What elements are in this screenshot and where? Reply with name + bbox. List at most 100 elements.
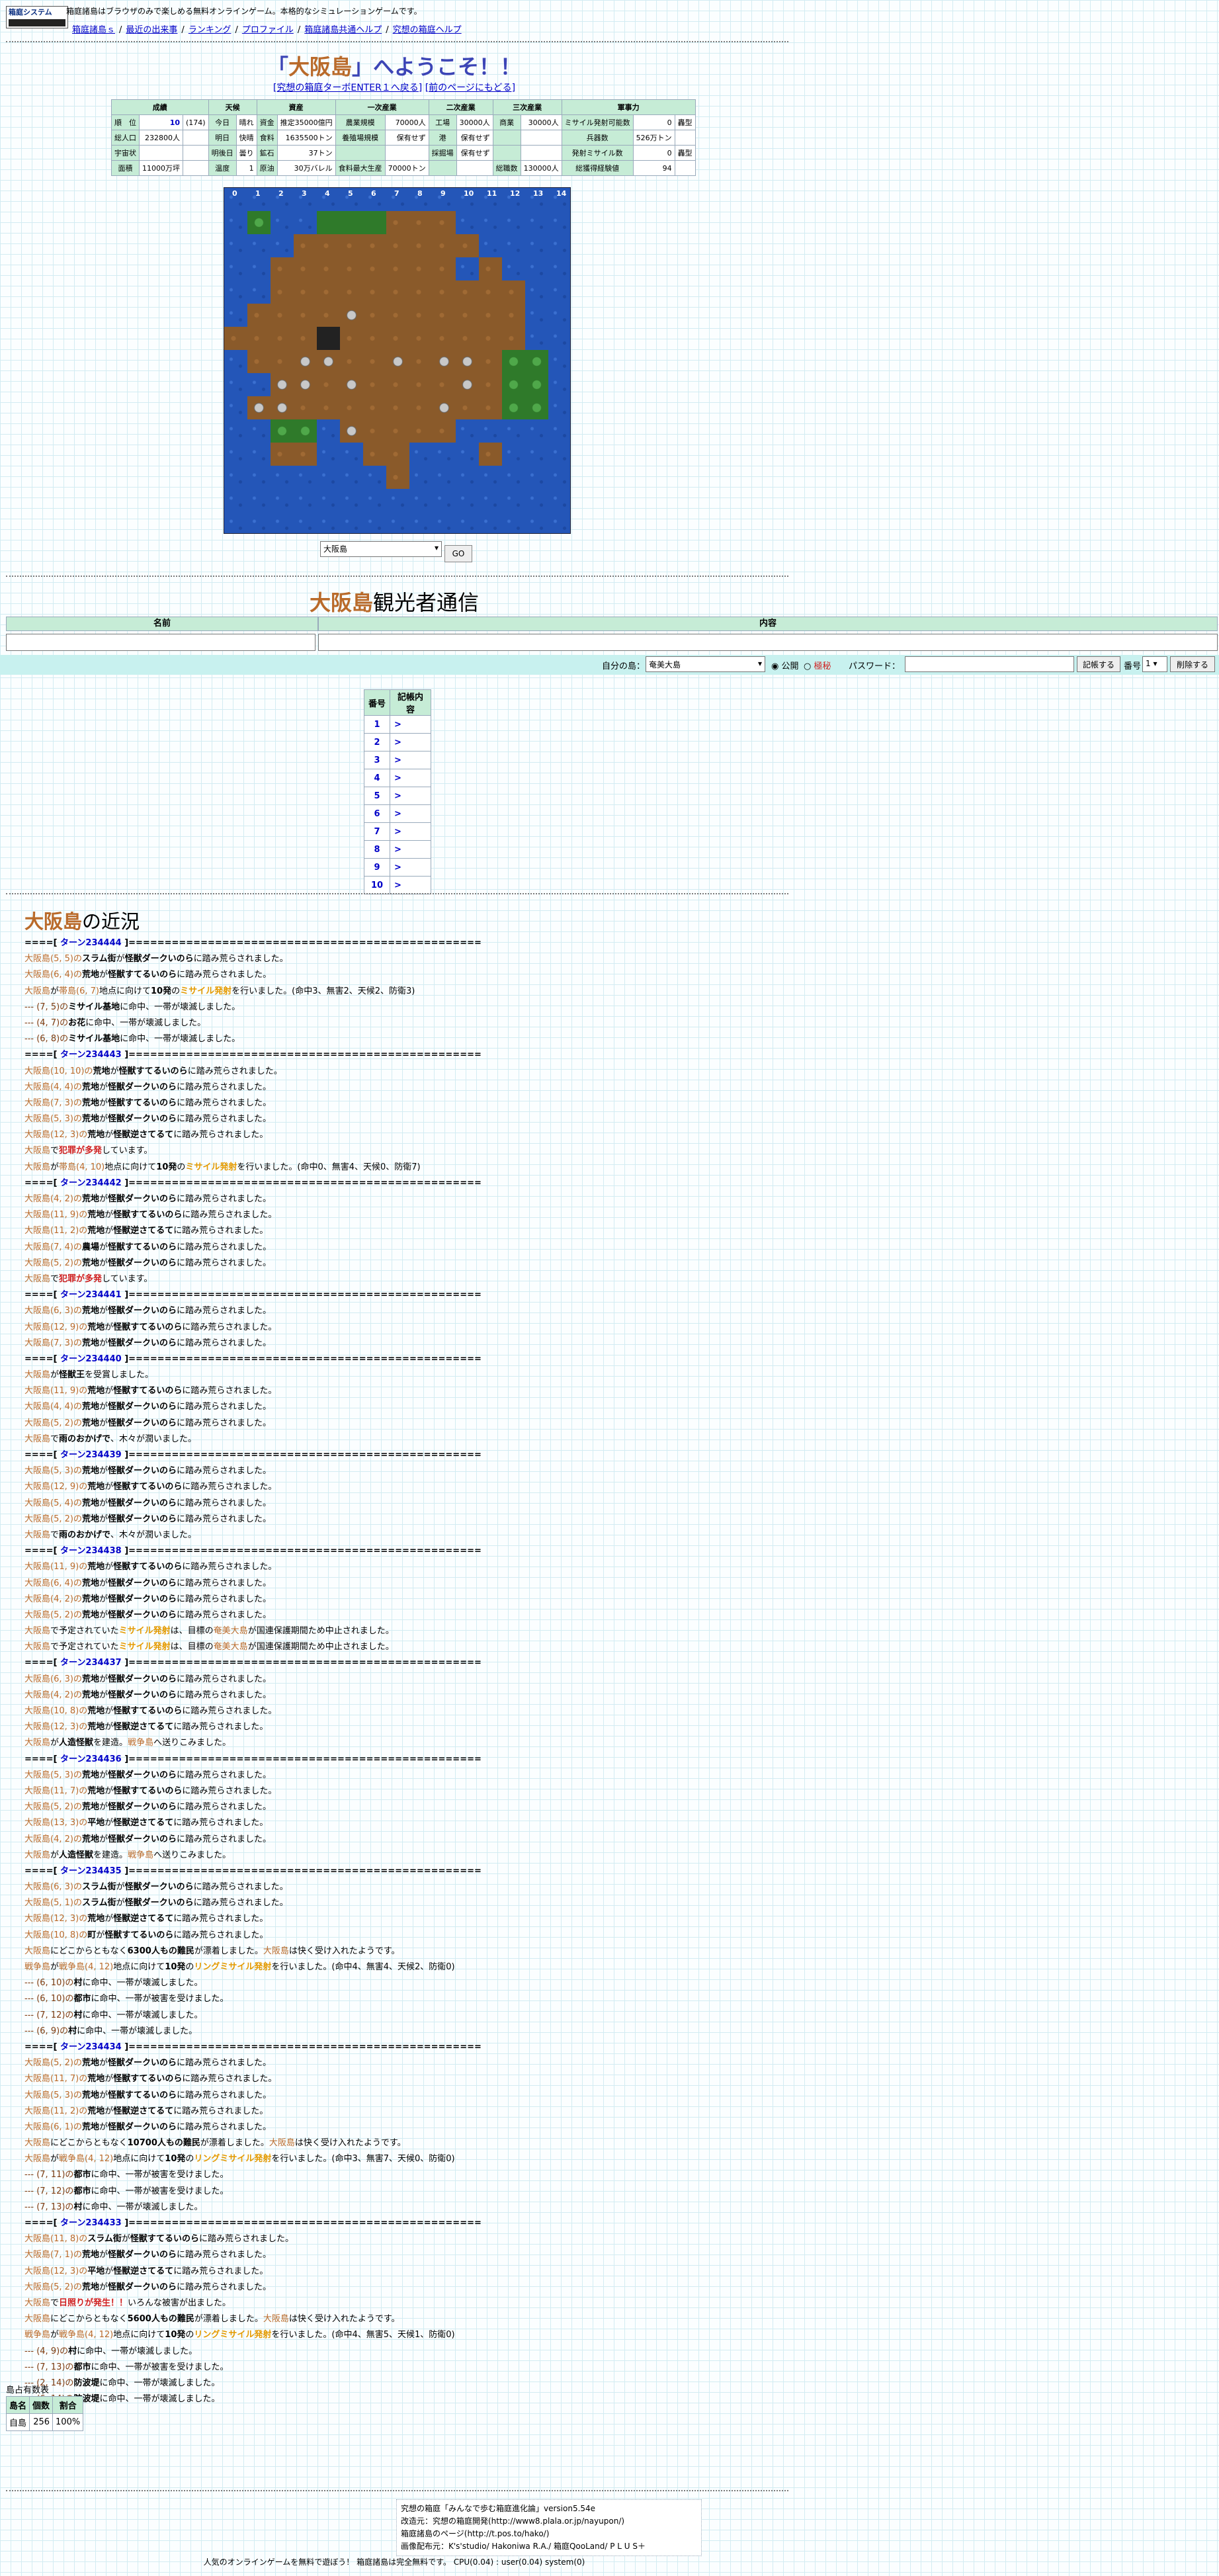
map-cell[interactable] (363, 257, 386, 280)
map-cell[interactable] (456, 257, 479, 280)
name-input[interactable] (6, 634, 315, 651)
map-cell[interactable] (363, 327, 386, 350)
map-cell[interactable] (433, 304, 456, 327)
map-cell[interactable] (525, 466, 548, 489)
map-cell[interactable] (548, 466, 570, 489)
map-cell[interactable] (340, 211, 363, 234)
map-cell[interactable] (317, 350, 340, 373)
map-cell[interactable] (502, 373, 525, 396)
map-cell[interactable] (363, 512, 386, 533)
map-cell[interactable] (433, 280, 456, 304)
nav-link[interactable]: 究想の箱庭ヘルプ (393, 25, 462, 35)
map-cell[interactable] (294, 327, 317, 350)
map-cell[interactable] (433, 489, 456, 512)
map-cell[interactable] (525, 373, 548, 396)
map-cell[interactable] (386, 304, 409, 327)
map-cell[interactable] (224, 512, 247, 533)
map-cell[interactable] (294, 466, 317, 489)
map-cell[interactable] (271, 396, 294, 419)
map-cell[interactable] (271, 419, 294, 443)
map-cell[interactable] (271, 350, 294, 373)
go-button[interactable]: GO (444, 545, 472, 562)
site-logo[interactable]: 箱庭システム (6, 6, 68, 28)
nav-link[interactable]: プロファイル (242, 25, 294, 35)
map-cell[interactable] (433, 419, 456, 443)
map-cell[interactable] (294, 234, 317, 257)
enter-link[interactable]: [究想の箱庭ターボENTER１へ戻る] (273, 83, 422, 93)
map-cell[interactable] (409, 234, 433, 257)
number-select[interactable]: 1 ▾ (1142, 656, 1167, 672)
map-cell[interactable] (525, 489, 548, 512)
map-cell[interactable] (525, 512, 548, 533)
map-cell[interactable] (271, 304, 294, 327)
map-cell[interactable] (386, 350, 409, 373)
map-cell[interactable] (386, 327, 409, 350)
map-cell[interactable] (340, 396, 363, 419)
nav-link[interactable]: 箱庭諸島ｓ (72, 25, 115, 35)
map-cell[interactable] (247, 373, 271, 396)
map-cell[interactable] (433, 327, 456, 350)
map-cell[interactable] (340, 350, 363, 373)
map-cell[interactable] (317, 373, 340, 396)
map-cell[interactable] (502, 396, 525, 419)
map-cell[interactable] (409, 257, 433, 280)
map-cell[interactable] (224, 466, 247, 489)
map-cell[interactable] (294, 350, 317, 373)
map-cell[interactable] (409, 373, 433, 396)
map-cell[interactable] (271, 443, 294, 466)
map-cell[interactable] (363, 280, 386, 304)
secret-radio[interactable]: ○ 極秘 (804, 659, 831, 671)
map-cell[interactable] (548, 327, 570, 350)
map-cell[interactable] (548, 350, 570, 373)
map-cell[interactable] (525, 350, 548, 373)
map-cell[interactable] (548, 373, 570, 396)
map-cell[interactable] (525, 280, 548, 304)
map-cell[interactable] (433, 396, 456, 419)
map-cell[interactable] (386, 280, 409, 304)
map-cell[interactable] (433, 466, 456, 489)
map-cell[interactable] (525, 304, 548, 327)
map-cell[interactable] (317, 234, 340, 257)
map-cell[interactable] (294, 373, 317, 396)
map-cell[interactable] (525, 211, 548, 234)
map-cell[interactable] (409, 327, 433, 350)
map-cell[interactable] (479, 373, 502, 396)
map-cell[interactable] (224, 211, 247, 234)
map-cell[interactable] (294, 443, 317, 466)
map-cell[interactable] (363, 396, 386, 419)
map-cell[interactable] (294, 489, 317, 512)
map-cell[interactable] (294, 257, 317, 280)
map-cell[interactable] (409, 512, 433, 533)
map-cell[interactable] (456, 280, 479, 304)
map-cell[interactable] (224, 489, 247, 512)
map-cell[interactable] (525, 257, 548, 280)
map-cell[interactable] (271, 211, 294, 234)
map-cell[interactable] (386, 512, 409, 533)
map-cell[interactable] (479, 489, 502, 512)
map-cell[interactable] (502, 350, 525, 373)
map-cell[interactable] (548, 304, 570, 327)
map-cell[interactable] (548, 419, 570, 443)
map-cell[interactable] (363, 419, 386, 443)
map-cell[interactable] (525, 443, 548, 466)
map-cell[interactable] (502, 489, 525, 512)
map-cell[interactable] (224, 443, 247, 466)
back-link[interactable]: [前のページにもどる] (425, 83, 515, 93)
map-cell[interactable] (340, 257, 363, 280)
map-cell[interactable] (363, 466, 386, 489)
map-cell[interactable] (525, 396, 548, 419)
memo-button[interactable]: 記帳する (1077, 656, 1120, 672)
map-cell[interactable] (317, 280, 340, 304)
delete-button[interactable]: 削除する (1170, 656, 1215, 672)
map-cell[interactable] (247, 419, 271, 443)
map-cell[interactable] (502, 234, 525, 257)
map-cell[interactable] (386, 466, 409, 489)
map-cell[interactable] (317, 396, 340, 419)
map-cell[interactable] (271, 257, 294, 280)
map-cell[interactable] (456, 466, 479, 489)
map-cell[interactable] (433, 257, 456, 280)
map-cell[interactable] (340, 489, 363, 512)
map-cell[interactable] (502, 257, 525, 280)
map-cell[interactable] (247, 443, 271, 466)
nav-link[interactable]: 箱庭諸島共通ヘルプ (304, 25, 382, 35)
